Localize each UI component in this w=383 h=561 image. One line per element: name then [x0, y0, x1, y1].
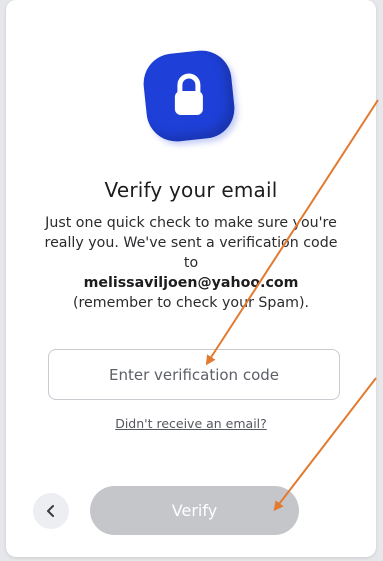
spam-reminder: (remember to check your Spam).	[72, 295, 309, 311]
lock-icon	[174, 73, 203, 116]
email-address: melissaviljoen@yahoo.com	[83, 275, 299, 291]
verify-email-page: Verify your email Just one quick check t…	[0, 0, 383, 561]
resend-email-link[interactable]: Didn't receive an email?	[6, 416, 376, 431]
verify-email-card: Verify your email Just one quick check t…	[6, 0, 376, 557]
page-title: Verify your email	[104, 178, 278, 202]
chevron-left-icon	[47, 505, 54, 517]
verify-button[interactable]: Verify	[90, 486, 299, 535]
back-button[interactable]	[33, 493, 69, 529]
description-intro: Just one quick check to make sure you're…	[44, 215, 338, 271]
verification-description: Just one quick check to make sure you're…	[36, 213, 346, 313]
verification-code-input[interactable]	[48, 349, 340, 400]
lock-badge	[140, 47, 238, 145]
